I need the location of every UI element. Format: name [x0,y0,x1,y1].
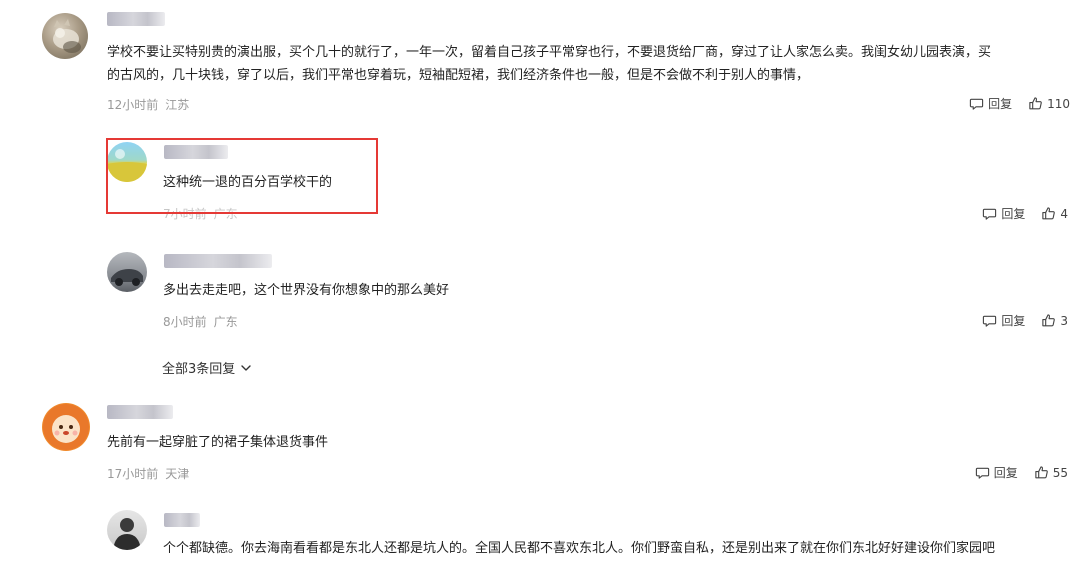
like-count: 110 [1047,96,1070,111]
like-count: 3 [1060,313,1068,328]
reply-button[interactable]: 回复 [982,312,1025,329]
comment-actions: 回复 110 [969,95,1070,112]
comment-text: 学校不要让买特别贵的演出服，买个几十的就行了，一年一次，留着自己孩子平常穿也行，… [107,45,992,60]
username-blurred[interactable] [107,405,173,419]
reply-text: 多出去走走吧，这个世界没有你想象中的那么美好 [163,283,450,298]
like-button[interactable]: 3 [1041,313,1068,328]
thumbs-up-icon [1042,207,1056,220]
reply-label: 回复 [988,97,1013,111]
highlight-box [106,138,378,214]
comment-bubble-icon [983,208,997,220]
reply-label: 回复 [1001,207,1026,221]
comment-time: 17小时前 [107,467,159,481]
avatar-person-image [113,518,141,550]
reply-location: 广东 [213,315,238,329]
comment-bubble-icon [983,315,997,327]
reply-actions: 回复 4 [982,205,1068,222]
like-button[interactable]: 55 [1034,465,1068,480]
username-blurred[interactable] [164,254,272,268]
reply-actions: 回复 3 [982,312,1068,329]
username-blurred[interactable] [107,12,165,26]
thumbs-up-icon [1035,466,1048,479]
comment-meta: 12小时前 江苏 [107,96,189,113]
comment-text: 的古风的，几十块钱，穿了以后，我们平常也穿着玩，短袖配短裙，我们经济条件也一般，… [107,68,810,83]
avatar-cat-image [53,19,81,53]
comment-location: 江苏 [165,98,190,112]
chevron-down-icon [241,364,251,371]
comment-bubble-icon [975,467,989,479]
like-button[interactable]: 110 [1028,96,1070,111]
comment-bubble-icon [969,98,984,110]
reply-label: 回复 [993,466,1018,480]
like-count: 4 [1060,206,1068,221]
thumbs-up-icon [1042,314,1056,327]
avatar[interactable] [107,252,147,292]
reply-button[interactable]: 回复 [982,205,1025,222]
reply-text: 个个都缺德。你去海南看看都是东北人还都是坑人的。全国人民都不喜欢东北人。你们野蛮… [163,541,996,556]
comment-meta: 17小时前 天津 [107,465,189,482]
expand-replies-label: 全部3条回复 [162,362,236,377]
like-button[interactable]: 4 [1041,206,1068,221]
avatar[interactable] [42,403,90,451]
reply-label: 回复 [1001,314,1026,328]
reply-button[interactable]: 回复 [969,95,1012,112]
username-blurred[interactable] [164,513,200,527]
comment-text: 先前有一起穿脏了的裙子集体退货事件 [107,435,329,450]
comment-location: 天津 [165,467,190,481]
reply-time: 8小时前 [163,315,207,329]
avatar[interactable] [42,13,88,59]
avatar[interactable] [107,510,147,550]
expand-replies-button[interactable]: 全部3条回复 [162,358,252,377]
comment-actions: 回复 55 [975,464,1068,481]
like-count: 55 [1052,465,1068,480]
thumbs-up-icon [1029,97,1042,110]
avatar-lion-image [43,404,89,450]
reply-meta: 8小时前 广东 [163,313,238,330]
avatar-car-image [111,269,143,286]
reply-button[interactable]: 回复 [975,464,1018,481]
comment-time: 12小时前 [107,98,159,112]
